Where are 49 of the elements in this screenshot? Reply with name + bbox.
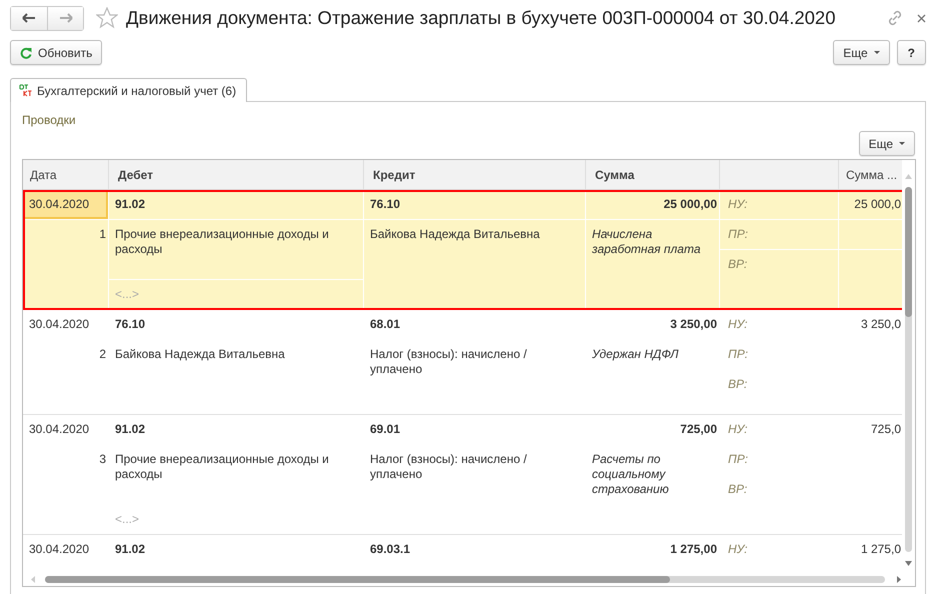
- left-arrow-icon[interactable]: [31, 576, 35, 583]
- up-arrow-icon[interactable]: [905, 174, 912, 179]
- scrollbar-thumb[interactable]: [905, 187, 912, 317]
- debit-subconto: Прочие внереализационные доходы и расходы: [109, 220, 363, 279]
- tax-label: НУ:: [720, 190, 838, 219]
- refresh-button[interactable]: Обновить: [10, 40, 102, 65]
- right-arrow-icon: [58, 13, 72, 23]
- operation-content: Начислена заработная плата: [586, 220, 719, 309]
- dropdown-icon: [899, 142, 905, 145]
- debit-credit-icon: [19, 84, 32, 97]
- star-icon[interactable]: [96, 7, 118, 29]
- dropdown-icon: [874, 51, 880, 54]
- column-header[interactable]: Сумма: [586, 160, 719, 189]
- link-icon[interactable]: [887, 10, 903, 26]
- more-button[interactable]: Еще: [833, 40, 890, 65]
- credit-subconto: Байкова Надежда Витальевна: [364, 220, 585, 309]
- column-header[interactable]: Дебет: [109, 160, 363, 189]
- sum-cell: 25 000,00: [586, 190, 719, 219]
- section-title: Проводки: [22, 112, 76, 129]
- debit-account: 91.02: [114, 197, 146, 212]
- debit-account: 91.02: [114, 422, 146, 437]
- refresh-icon: [20, 46, 32, 58]
- credit-account: 69.03.1: [369, 542, 412, 557]
- credit-account: 69.01: [369, 422, 402, 437]
- date-cell: 30.04.2020: [23, 190, 108, 219]
- table-cell: [839, 220, 903, 249]
- scrollbar-thumb[interactable]: [45, 576, 670, 583]
- close-icon[interactable]: [917, 14, 926, 22]
- tab[interactable]: Бухгалтерский и налоговый учет (6): [10, 78, 248, 102]
- down-arrow-icon[interactable]: [905, 561, 912, 566]
- table-cell: [839, 250, 903, 309]
- table-row[interactable]: 30.04.2020 91.02 76.10 25 000,00 НУ: 25 000,0 1 Прочие внереализационные доходы и расходы <...> Байкова Надежда Витальевна Начислена заработная плата ПР: ВР:: [23, 190, 903, 309]
- debit-account: 76.10: [114, 317, 146, 332]
- help-button[interactable]: ?: [896, 40, 926, 65]
- column-header[interactable]: Сумма ...: [839, 160, 903, 189]
- back-button[interactable]: [11, 6, 47, 30]
- more-button[interactable]: Еще: [858, 131, 915, 156]
- right-arrow-icon[interactable]: [897, 576, 901, 583]
- column-header[interactable]: Дата: [23, 160, 108, 189]
- tax-label: ПР:: [720, 220, 838, 249]
- tax-label: ВР:: [720, 250, 838, 309]
- left-arrow-icon: [22, 13, 36, 23]
- column-header[interactable]: Кредит: [364, 160, 585, 189]
- credit-account: 68.01: [369, 317, 402, 332]
- sum-cell: 25 000,0: [839, 190, 903, 219]
- credit-account: 76.10: [369, 197, 402, 212]
- debit-account: 91.02: [114, 542, 146, 557]
- window-title: Движения документа: Отражение зарплаты в бухучете 003П-000004 от 30.04.2020: [126, 7, 836, 29]
- row-number: 1: [23, 220, 108, 309]
